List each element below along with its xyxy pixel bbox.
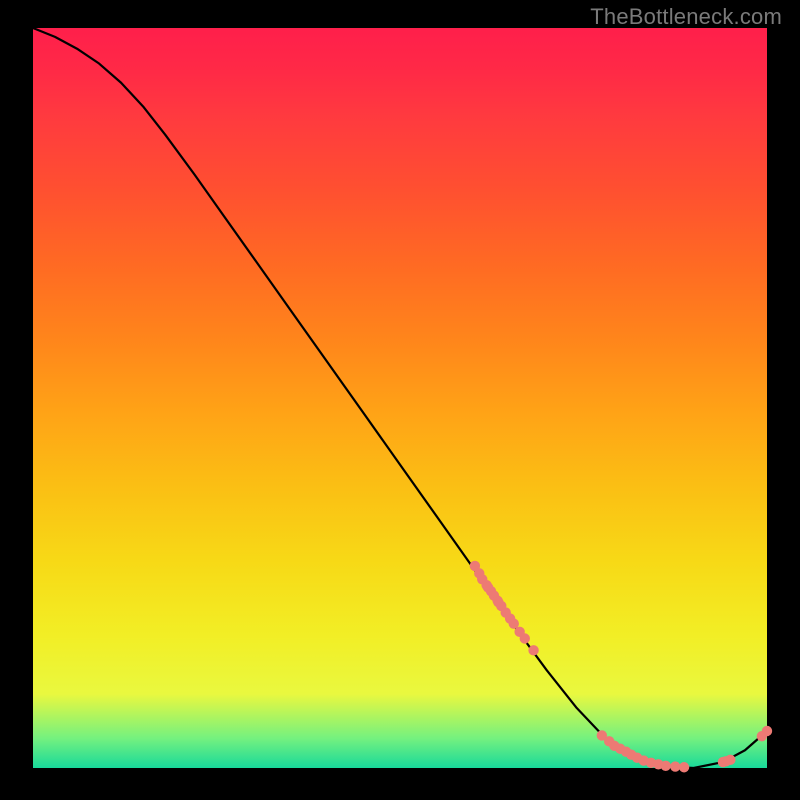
chart-frame: TheBottleneck.com xyxy=(0,0,800,800)
watermark-text: TheBottleneck.com xyxy=(590,4,782,30)
data-point xyxy=(725,755,735,765)
data-point xyxy=(679,762,689,772)
data-point xyxy=(520,633,530,643)
bottleneck-curve xyxy=(33,28,767,768)
data-point xyxy=(670,761,680,771)
data-point xyxy=(661,761,671,771)
data-point xyxy=(528,645,538,655)
chart-svg xyxy=(33,28,767,768)
data-point xyxy=(762,726,772,736)
plot-area xyxy=(33,28,767,768)
